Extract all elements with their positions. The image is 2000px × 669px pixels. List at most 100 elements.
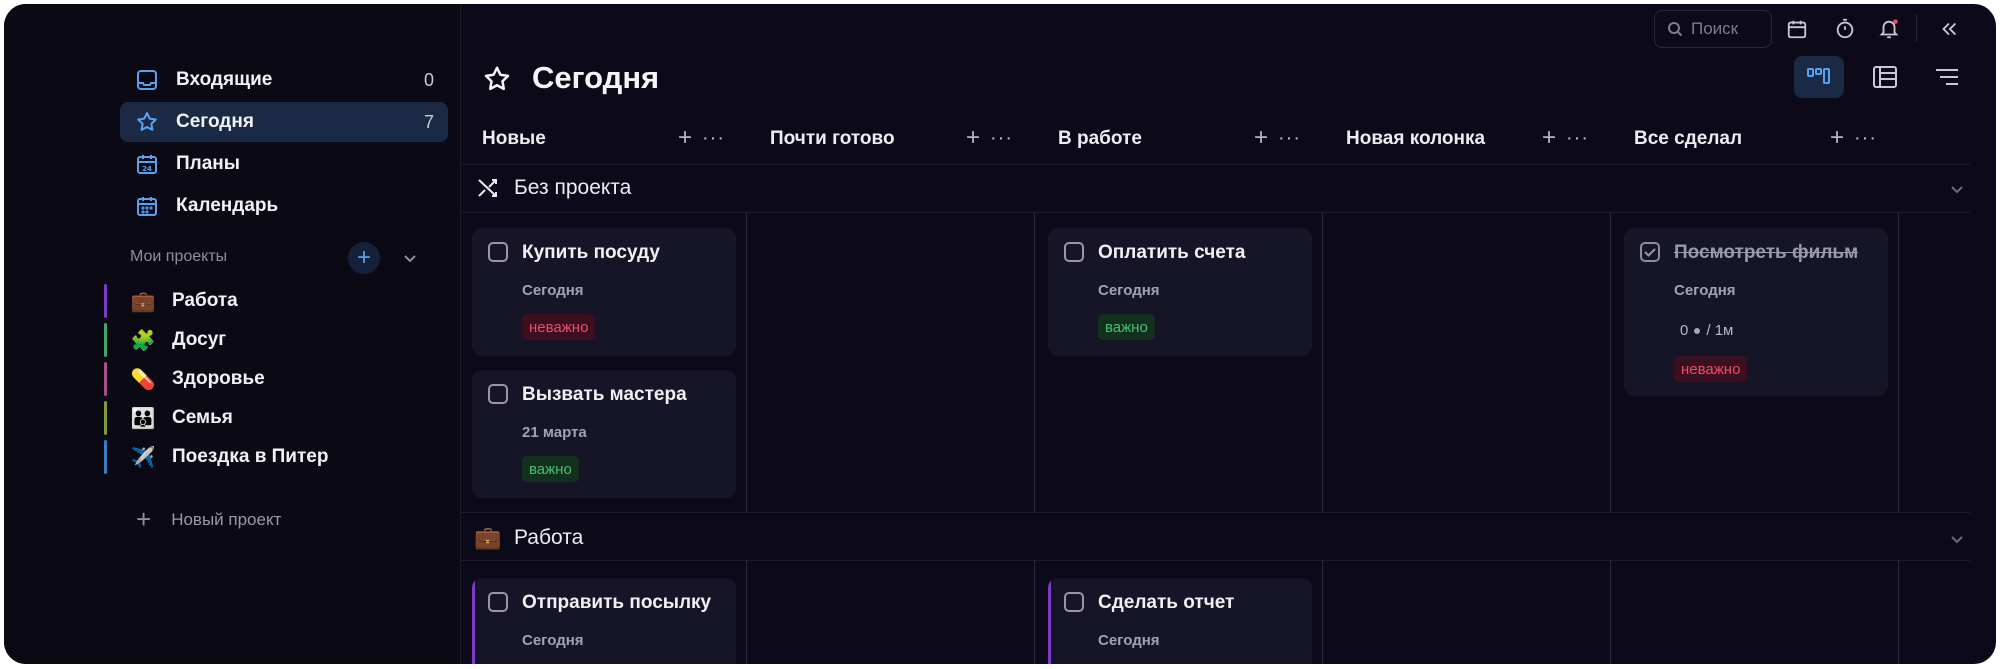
star-icon — [134, 109, 160, 135]
sidebar-project-trip[interactable]: ✈️ Поездка в Питер — [104, 440, 444, 474]
task-date: Сегодня — [1098, 632, 1160, 649]
inbox-icon — [134, 67, 160, 93]
column-divider — [1322, 560, 1323, 664]
sidebar-project-health[interactable]: 💊 Здоровье — [104, 362, 444, 396]
more-icon[interactable]: ··· — [1278, 127, 1301, 150]
add-task-button[interactable]: + — [1830, 124, 1844, 152]
divider — [460, 164, 1970, 165]
check-icon — [1644, 248, 1656, 257]
group-header-work[interactable]: 💼 Работа — [474, 524, 583, 552]
sidebar-item-today[interactable]: Сегодня 7 — [120, 102, 448, 142]
briefcase-icon: 💼 — [130, 290, 156, 313]
task-title: Отправить посылку — [522, 592, 712, 613]
collapse-sidebar-icon[interactable] — [1936, 16, 1962, 42]
task-checkbox[interactable] — [488, 592, 508, 612]
task-checkbox[interactable] — [1064, 592, 1084, 612]
more-icon[interactable]: ··· — [1854, 127, 1877, 150]
add-task-button[interactable]: + — [678, 124, 692, 152]
column-actions: + ··· — [1542, 124, 1589, 152]
task-card[interactable]: Посмотреть фильм Сегодня 0 / 1м неважно — [1624, 228, 1888, 396]
priority-badge: неважно — [1674, 356, 1748, 382]
sidebar-item-inbox[interactable]: Входящие 0 — [120, 60, 448, 100]
priority-badge: неважно — [522, 314, 596, 340]
timer-duration: 1м — [1714, 322, 1734, 339]
divider — [460, 212, 1970, 213]
calendar-icon[interactable] — [1784, 16, 1810, 42]
new-project-label: Новый проект — [171, 509, 282, 529]
projects-section-label: Мои проекты — [130, 248, 228, 265]
timer-icon[interactable] — [1832, 16, 1858, 42]
inbox-count: 0 — [423, 69, 434, 90]
column-divider — [1898, 212, 1899, 512]
more-icon[interactable]: ··· — [702, 127, 725, 150]
task-date: Сегодня — [522, 282, 584, 299]
app-window: Входящие 0 Сегодня 7 24 Планы Календарь … — [4, 4, 1996, 664]
task-title: Посмотреть фильм — [1674, 242, 1859, 263]
more-icon[interactable]: ··· — [990, 127, 1013, 150]
task-title: Сделать отчет — [1098, 592, 1235, 613]
sidebar-item-label: Сегодня — [176, 111, 254, 132]
board-view-icon — [1807, 68, 1830, 84]
sidebar-project-work[interactable]: 💼 Работа — [104, 284, 444, 318]
list-view-button[interactable] — [1860, 56, 1910, 98]
chevron-down-icon[interactable] — [1948, 530, 1966, 548]
task-card[interactable]: Купить посуду Сегодня неважно — [472, 228, 736, 356]
column-header-almost-done: Почти готово — [770, 128, 895, 149]
task-checkbox-checked[interactable] — [1640, 242, 1660, 262]
project-label: Здоровье — [172, 368, 265, 389]
add-task-button[interactable]: + — [1254, 124, 1268, 152]
column-header-in-progress: В работе — [1058, 128, 1142, 149]
column-divider — [1034, 212, 1035, 512]
task-checkbox[interactable] — [488, 384, 508, 404]
bell-icon[interactable] — [1876, 16, 1902, 42]
add-project-button[interactable]: + — [348, 242, 380, 274]
task-card[interactable]: Оплатить счета Сегодня важно — [1048, 228, 1312, 356]
divider — [460, 560, 1970, 561]
add-task-button[interactable]: + — [1542, 124, 1556, 152]
sidebar-item-calendar[interactable]: Календарь — [120, 186, 448, 226]
timer-count: 0 — [1680, 322, 1689, 339]
project-color-bar — [104, 440, 107, 474]
sidebar-project-leisure[interactable]: 🧩 Досуг — [104, 323, 444, 357]
family-icon: 👪 — [130, 407, 156, 430]
task-card[interactable]: Вызвать мастера 21 марта важно — [472, 370, 736, 498]
group-header-no-project[interactable]: Без проекта — [474, 174, 631, 202]
column-actions: + ··· — [966, 124, 1013, 152]
project-label: Работа — [172, 290, 238, 311]
task-title: Купить посуду — [522, 242, 660, 263]
star-icon — [484, 66, 510, 91]
search-input[interactable]: Поиск — [1654, 10, 1772, 48]
task-date: Сегодня — [522, 632, 584, 649]
filter-button[interactable] — [1922, 56, 1972, 98]
chevron-down-icon[interactable] — [400, 248, 420, 268]
task-card[interactable]: Отправить посылку Сегодня — [472, 578, 736, 664]
new-project-button[interactable]: + Новый проект — [136, 504, 281, 535]
column-divider — [746, 560, 747, 664]
project-accent-bar — [1048, 578, 1051, 664]
task-card[interactable]: Сделать отчет Сегодня — [1048, 578, 1312, 664]
column-divider — [746, 212, 747, 512]
calendar-grid-icon — [134, 193, 160, 219]
briefcase-icon: 💼 — [474, 525, 502, 550]
column-header-new-column: Новая колонка — [1346, 128, 1486, 149]
sidebar-item-label: Входящие — [176, 69, 273, 90]
project-label: Поездка в Питер — [172, 446, 329, 467]
search-icon — [1667, 21, 1683, 37]
column-divider — [1898, 560, 1899, 664]
column-actions: + ··· — [678, 124, 725, 152]
column-actions: + ··· — [1830, 124, 1877, 152]
timer-dot-icon — [1694, 327, 1701, 334]
task-checkbox[interactable] — [488, 242, 508, 262]
more-icon[interactable]: ··· — [1566, 127, 1589, 150]
board-view-button[interactable] — [1794, 56, 1844, 98]
task-checkbox[interactable] — [1064, 242, 1084, 262]
chevron-down-icon[interactable] — [1948, 180, 1966, 198]
sidebar-project-family[interactable]: 👪 Семья — [104, 401, 444, 435]
filter-icon — [1936, 69, 1958, 85]
add-task-button[interactable]: + — [966, 124, 980, 152]
column-divider — [1322, 212, 1323, 512]
sidebar-item-plans[interactable]: 24 Планы — [120, 144, 448, 184]
project-color-bar — [104, 401, 107, 435]
column-actions: + ··· — [1254, 124, 1301, 152]
task-title: Оплатить счета — [1098, 242, 1246, 263]
